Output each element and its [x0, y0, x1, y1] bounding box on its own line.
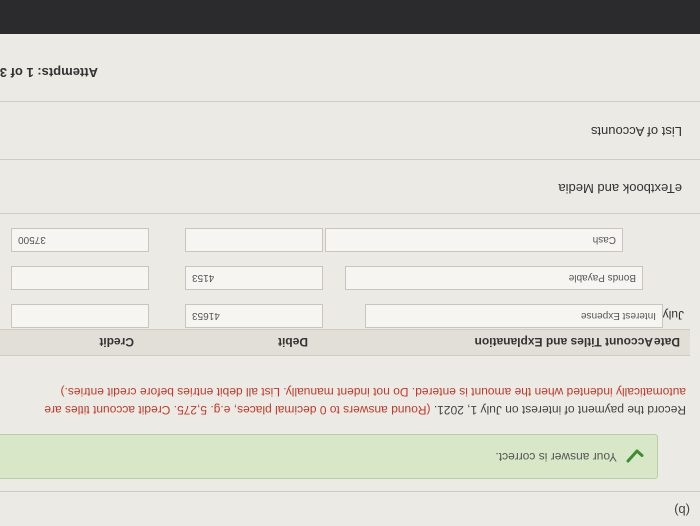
part-label: (b)	[674, 503, 690, 518]
credit-input[interactable]	[11, 266, 149, 290]
credit-input[interactable]	[11, 304, 149, 328]
instructions-lead: Record the payment of interest on July 1…	[433, 403, 686, 417]
journal-table-header: Date Account Titles and Explanation Debi…	[0, 329, 690, 356]
rotated-screen: (b) Your answer is correct. Record the p…	[0, 0, 700, 526]
journal-row: Bonds Payable 4153	[0, 262, 700, 292]
header-date: Date	[653, 335, 680, 349]
debit-input[interactable]: 41653	[185, 304, 323, 328]
journal-row: Cash 37500	[0, 224, 700, 254]
journal-row: July 1 Interest Expense 41653	[0, 300, 700, 330]
divider	[0, 159, 700, 160]
etextbook-link[interactable]: eTextbook and Media	[558, 181, 682, 196]
credit-input[interactable]: 37500	[11, 228, 149, 252]
account-title-input[interactable]: Cash	[325, 228, 623, 252]
status-message: Your answer is correct.	[495, 450, 617, 464]
header-debit: Debit	[278, 335, 308, 349]
assignment-page: (b) Your answer is correct. Record the p…	[0, 34, 700, 526]
attempts-counter: Attempts: 1 of 3 us	[0, 65, 98, 80]
account-title-input[interactable]: Interest Expense	[365, 304, 663, 328]
instructions: Record the payment of interest on July 1…	[26, 383, 686, 419]
debit-input[interactable]	[185, 228, 323, 252]
answer-status-banner: Your answer is correct.	[0, 434, 658, 479]
header-credit: Credit	[99, 335, 134, 349]
list-of-accounts-link[interactable]: List of Accounts	[591, 124, 682, 139]
divider	[0, 213, 700, 214]
divider	[0, 101, 700, 102]
header-account-titles: Account Titles and Explanation	[474, 335, 653, 349]
account-title-input[interactable]: Bonds Payable	[345, 266, 643, 290]
divider	[0, 491, 700, 492]
debit-input[interactable]: 4153	[185, 266, 323, 290]
check-icon	[626, 449, 644, 463]
